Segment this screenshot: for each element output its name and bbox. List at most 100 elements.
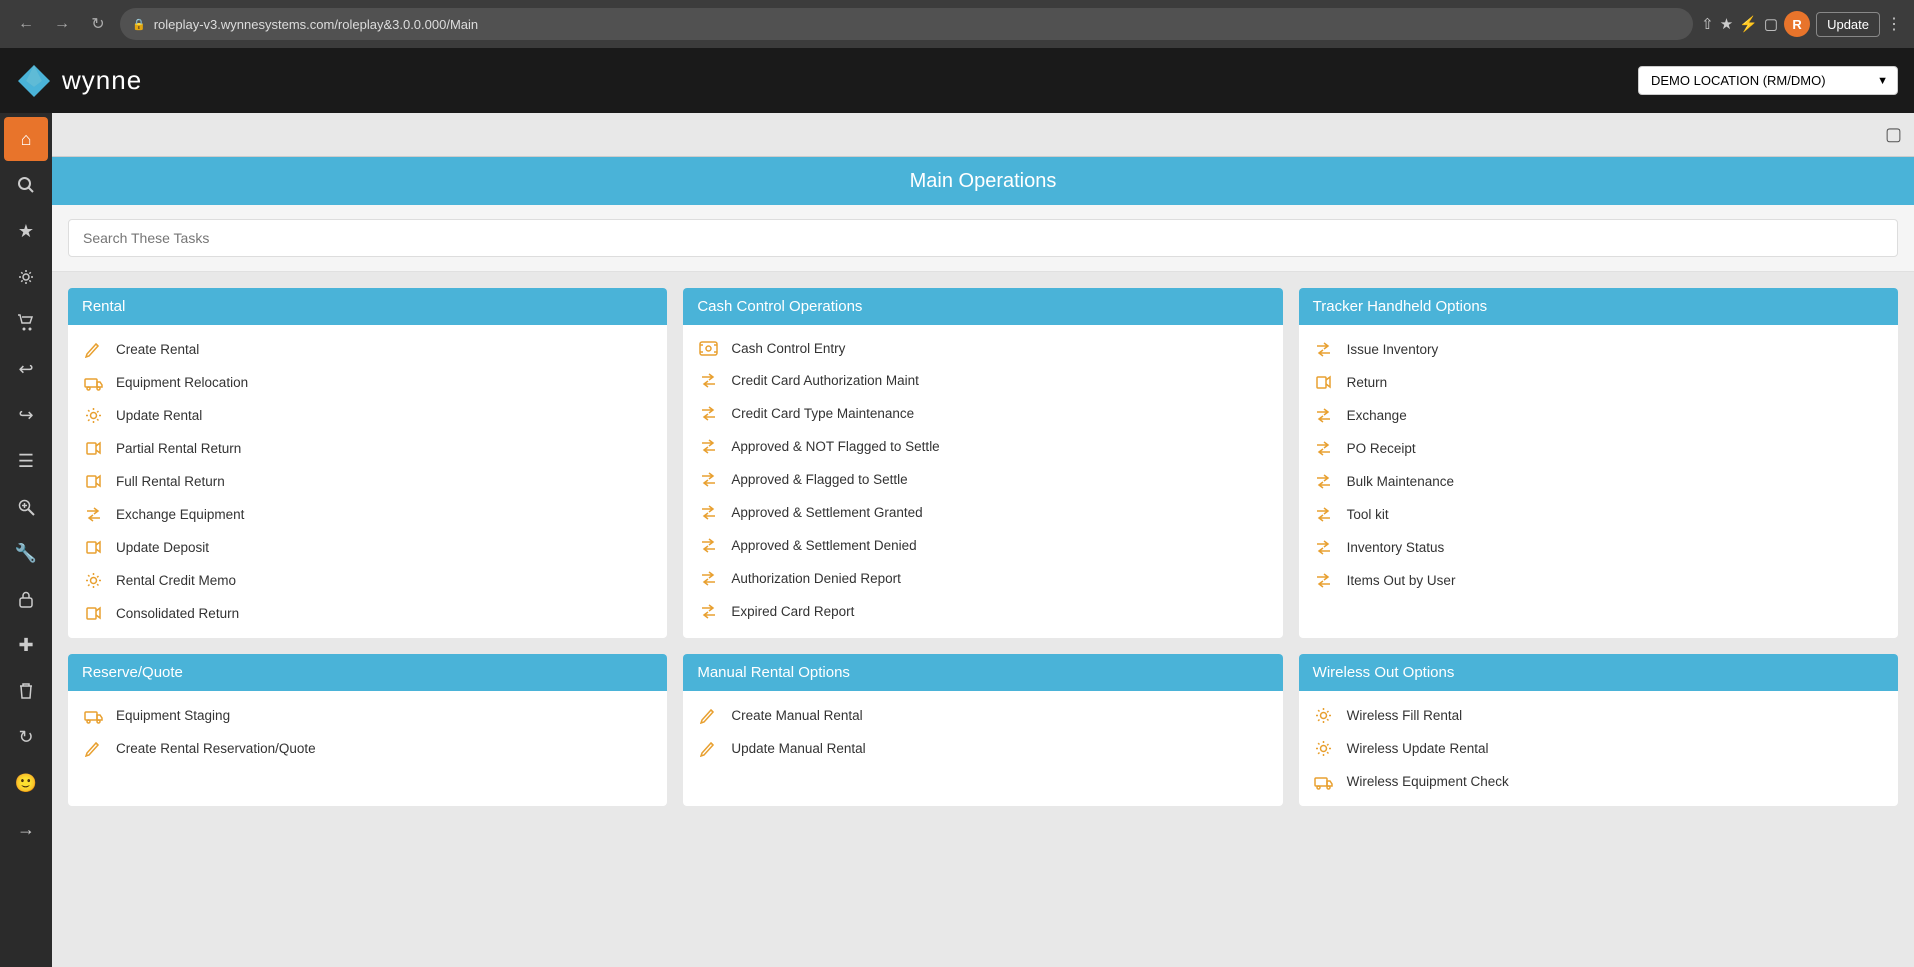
list-item[interactable]: Update Deposit (68, 531, 667, 564)
page-title: Main Operations (910, 170, 1057, 193)
cash-icon (697, 341, 719, 356)
section-header-tracker: Tracker Handheld Options (1299, 288, 1898, 325)
sidebar-item-faces[interactable]: 🙂 (4, 761, 48, 805)
list-item-label: Create Rental Reservation/Quote (116, 741, 316, 756)
sidebar-item-sync[interactable]: ↻ (4, 715, 48, 759)
list-item[interactable]: Wireless Fill Rental (1299, 699, 1898, 732)
list-item[interactable]: Wireless Equipment Check (1299, 765, 1898, 798)
list-item[interactable]: Update Rental (68, 399, 667, 432)
exchange-icon (697, 471, 719, 488)
lock-icon: 🔒 (132, 18, 146, 31)
list-item[interactable]: Update Manual Rental (683, 732, 1282, 765)
full-return-icon (82, 473, 104, 490)
update-button[interactable]: Update (1816, 12, 1880, 37)
section-cash-control: Cash Control OperationsCash Control Entr… (683, 288, 1282, 638)
sidebar-item-tools[interactable]: 🔧 (4, 531, 48, 575)
list-item[interactable]: Create Manual Rental (683, 699, 1282, 732)
list-item-label: Approved & NOT Flagged to Settle (731, 439, 939, 454)
back-button[interactable]: ← (12, 10, 40, 38)
list-item[interactable]: Expired Card Report (683, 595, 1282, 628)
list-item[interactable]: Create Rental (68, 333, 667, 366)
sidebar-item-settings[interactable] (4, 255, 48, 299)
app-header: wynne DEMO LOCATION (RM/DMO) (0, 48, 1914, 113)
list-item[interactable]: Tool kit (1299, 498, 1898, 531)
sidebar-item-inspect[interactable] (4, 485, 48, 529)
location-wrapper[interactable]: DEMO LOCATION (RM/DMO) (1638, 66, 1898, 95)
list-item[interactable]: Rental Credit Memo (68, 564, 667, 597)
section-header-reserve-quote: Reserve/Quote (68, 654, 667, 691)
list-item[interactable]: Exchange Equipment (68, 498, 667, 531)
truck-icon (82, 374, 104, 391)
list-item[interactable]: Credit Card Type Maintenance (683, 397, 1282, 430)
sidebar-item-add[interactable]: ✚ (4, 623, 48, 667)
sidebar-item-favorites[interactable]: ★ (4, 209, 48, 253)
list-item[interactable]: Approved & Flagged to Settle (683, 463, 1282, 496)
list-item[interactable]: Create Rental Reservation/Quote (68, 732, 667, 765)
forward-button[interactable]: → (48, 10, 76, 38)
list-item[interactable]: Approved & NOT Flagged to Settle (683, 430, 1282, 463)
wynne-logo-icon (16, 63, 52, 99)
window-icon[interactable]: ▢ (1764, 15, 1778, 33)
sidebar-item-search[interactable] (4, 163, 48, 207)
list-item-label: Bulk Maintenance (1347, 474, 1454, 489)
list-item-label: Full Rental Return (116, 474, 225, 489)
list-item[interactable]: Approved & Settlement Granted (683, 496, 1282, 529)
gear-icon (17, 268, 35, 286)
list-item[interactable]: Issue Inventory (1299, 333, 1898, 366)
sidebar-item-reports[interactable]: ☰ (4, 439, 48, 483)
list-item[interactable]: Wireless Update Rental (1299, 732, 1898, 765)
list-item-label: Authorization Denied Report (731, 571, 901, 586)
sidebar-item-lock[interactable] (4, 577, 48, 621)
list-item[interactable]: Bulk Maintenance (1299, 465, 1898, 498)
list-item[interactable]: Consolidated Return (68, 597, 667, 630)
list-item[interactable]: Items Out by User (1299, 564, 1898, 597)
list-item[interactable]: Authorization Denied Report (683, 562, 1282, 595)
document-icon[interactable]: ▢ (1885, 124, 1902, 145)
list-item[interactable]: Equipment Relocation (68, 366, 667, 399)
menu-icon[interactable]: ⋮ (1886, 14, 1902, 34)
list-item[interactable]: Cash Control Entry (683, 333, 1282, 364)
gear-icon (1313, 740, 1335, 757)
section-body-tracker: Issue Inventory ReturnExchangePO Receipt B… (1299, 325, 1898, 638)
sidebar-item-logout[interactable]: → (4, 807, 48, 851)
location-select[interactable]: DEMO LOCATION (RM/DMO) (1638, 66, 1898, 95)
bookmark-icon[interactable]: ★ (1720, 15, 1733, 33)
search-input[interactable] (68, 219, 1898, 257)
share-icon[interactable]: ⇧ (1701, 15, 1714, 33)
exchange-icon (697, 603, 719, 620)
list-item-label: Issue Inventory (1347, 342, 1439, 357)
sidebar-item-redo[interactable]: ↪ (4, 393, 48, 437)
list-item[interactable]: Return (1299, 366, 1898, 399)
truck-icon (1313, 773, 1335, 790)
sidebar-item-delete[interactable] (4, 669, 48, 713)
content-area: ▢ Main Operations RentalCreate RentalEqu… (52, 113, 1914, 967)
address-bar[interactable]: 🔒 roleplay-v3.wynnesystems.com/roleplay&… (120, 8, 1693, 40)
url-text: roleplay-v3.wynnesystems.com/roleplay&3.… (154, 17, 478, 32)
user-avatar: R (1784, 11, 1810, 37)
pencil-icon (82, 341, 104, 358)
list-item[interactable]: PO Receipt (1299, 432, 1898, 465)
list-item[interactable]: Approved & Settlement Denied (683, 529, 1282, 562)
extensions-icon[interactable]: ⚡ (1739, 15, 1758, 33)
cart-icon (17, 314, 35, 332)
list-item[interactable]: Credit Card Authorization Maint (683, 364, 1282, 397)
list-item-label: Wireless Equipment Check (1347, 774, 1509, 789)
deposit-icon (82, 539, 104, 556)
exchange-icon (697, 438, 719, 455)
list-item[interactable]: Exchange (1299, 399, 1898, 432)
list-item-label: Create Manual Rental (731, 708, 862, 723)
list-item[interactable]: Full Rental Return (68, 465, 667, 498)
list-item[interactable]: Partial Rental Return (68, 432, 667, 465)
exchange-icon (1313, 440, 1335, 457)
reload-button[interactable]: ↻ (84, 10, 112, 38)
list-item-label: Cash Control Entry (731, 341, 845, 356)
sidebar-item-undo[interactable]: ↩ (4, 347, 48, 391)
list-item[interactable]: Equipment Staging (68, 699, 667, 732)
list-item-label: Partial Rental Return (116, 441, 241, 456)
exchange-icon (1313, 539, 1335, 556)
section-wireless-out: Wireless Out OptionsWireless Fill Rental… (1299, 654, 1898, 806)
sidebar-item-cart[interactable] (4, 301, 48, 345)
exchange-icon (1313, 506, 1335, 523)
sidebar-item-home[interactable]: ⌂ (4, 117, 48, 161)
list-item[interactable]: Inventory Status (1299, 531, 1898, 564)
